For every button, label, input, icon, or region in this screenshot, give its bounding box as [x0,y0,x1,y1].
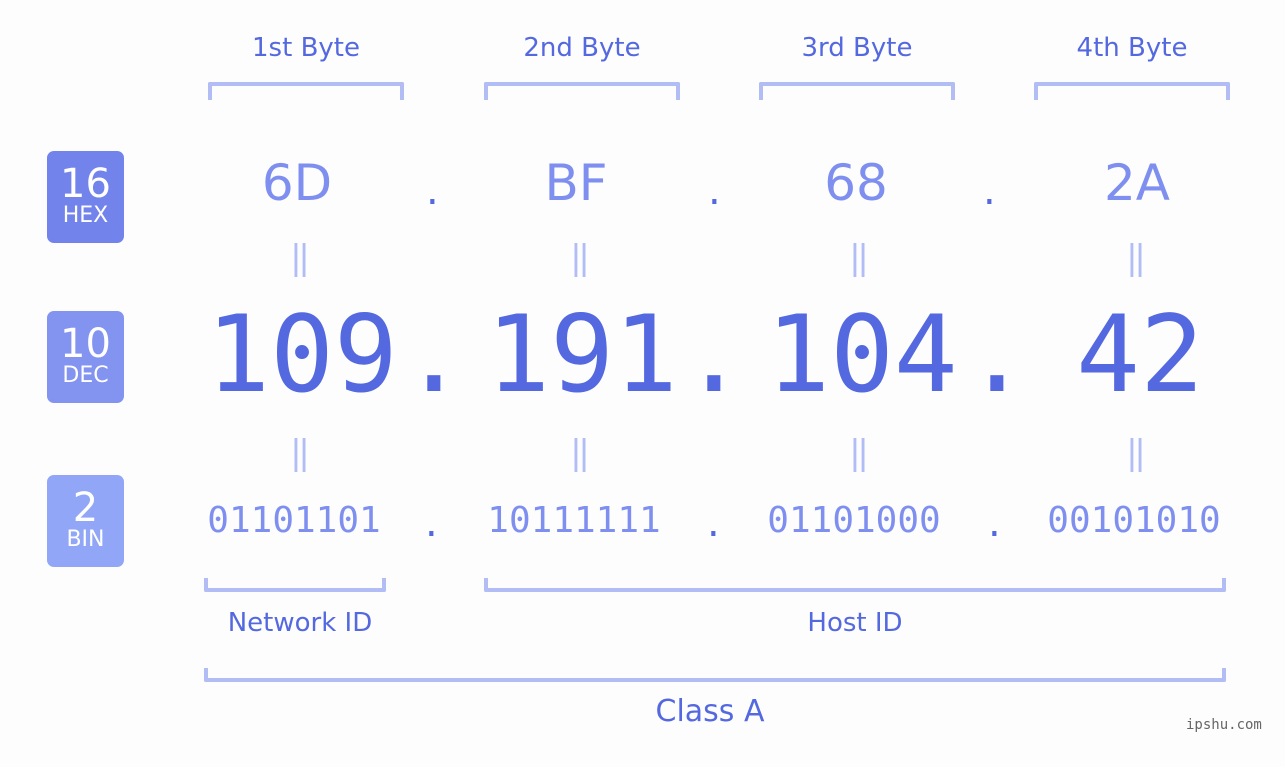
dec-separator-3: . [965,293,1029,416]
dec-badge: 10 DEC [47,311,124,403]
host-id-label: Host ID [807,608,903,638]
network-id-label: Network ID [227,608,373,638]
hex-base-label: HEX [62,203,109,228]
dec-value-2: 191 [486,293,678,416]
class-label: Class A [655,694,765,729]
dec-value-3: 104 [766,293,958,416]
dec-value-1: 109 [206,293,398,416]
equals-icon: ‖ [569,238,591,278]
dec-value-4: 42 [1076,293,1204,416]
byte-bracket-3 [759,82,955,100]
watermark: ipshu.com [1186,717,1262,733]
bin-badge: 2 BIN [47,475,124,567]
equals-icon: ‖ [569,433,591,473]
equals-icon: ‖ [289,433,311,473]
byte-label-1: 1st Byte [252,33,360,63]
hex-value-4: 2A [1103,154,1170,212]
dec-base-label: DEC [62,363,109,388]
bin-value-2: 10111111 [487,500,661,541]
hex-value-1: 6D [261,154,333,212]
equals-icon: ‖ [289,238,311,278]
bin-separator-3: . [988,500,1001,546]
bin-separator-1: . [425,500,438,546]
dec-separator-1: . [402,293,466,416]
byte-label-2: 2nd Byte [523,33,641,63]
byte-bracket-2 [484,82,680,100]
network-id-bracket [204,578,386,592]
equals-icon: ‖ [1125,238,1147,278]
bin-base-label: BIN [66,527,105,552]
bin-value-1: 01101101 [207,500,381,541]
bin-value-3: 01101000 [767,500,941,541]
hex-separator-2: . [708,168,721,214]
hex-value-2: BF [544,154,608,212]
bin-base-number: 2 [72,485,99,531]
equals-icon: ‖ [1125,433,1147,473]
hex-base-number: 16 [60,161,111,207]
bin-separator-2: . [707,500,720,546]
hex-separator-1: . [426,168,439,214]
bin-value-4: 00101010 [1047,500,1221,541]
byte-label-4: 4th Byte [1076,33,1188,63]
class-bracket [204,668,1226,682]
byte-label-3: 3rd Byte [801,33,913,63]
equals-icon: ‖ [848,433,870,473]
dec-separator-2: . [682,293,746,416]
hex-value-3: 68 [824,154,888,212]
host-id-bracket [484,578,1226,592]
dec-base-number: 10 [60,321,111,367]
equals-icon: ‖ [848,238,870,278]
byte-bracket-1 [208,82,404,100]
hex-separator-3: . [983,168,996,214]
hex-badge: 16 HEX [47,151,124,243]
byte-bracket-4 [1034,82,1230,100]
